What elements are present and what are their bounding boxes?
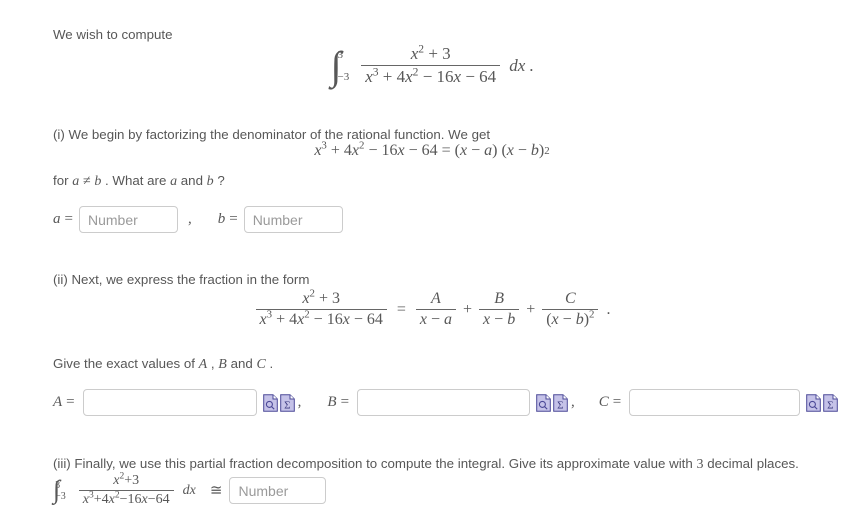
term-A-denominator: x − a [415,309,457,329]
final-integral-lower-limit: −3 [55,490,66,502]
integral-lower-limit: −3 [337,70,350,83]
var-C-ref: C [256,357,266,372]
comma-1: , [210,356,215,371]
integrand-denominator: x3 + 4x2 − 16x − 64 [361,65,501,87]
period-end: . [269,356,274,371]
final-numerator: x2+3 [113,471,140,488]
svg-text:Σ: Σ [284,399,290,411]
condition-var-b: b [94,174,102,189]
question-var-b: b [206,174,214,189]
label-A: A [53,394,63,410]
var-B-ref: B [218,357,227,372]
equals-a: = [64,211,73,227]
final-answer-row: ∫ 3 −3 x2+3 x3+4x2−16x−64 dx ≅ [53,471,327,508]
var-A-ref: A [198,357,208,372]
condition-and: and [180,173,203,188]
label-B: B [327,394,337,410]
input-a[interactable] [78,206,178,233]
term-A: A x − a [415,290,457,329]
input-A[interactable] [82,389,257,416]
document-magnifier-icon[interactable] [262,393,278,412]
intro-text: We wish to compute [53,27,173,42]
factorization-equation: x3 + 4x2 − 16x − 64 = (x − a) (x − b) 2 [314,139,550,159]
part-iii-prefix: (iii) Finally, we use this partial fract… [53,456,693,471]
equals-B: = [340,394,350,410]
comma-separator-A: , [297,394,302,410]
input-final-value[interactable] [229,477,327,504]
lhs-fraction: x2 + 3 x3 + 4x2 − 16x − 64 [255,287,387,329]
svg-text:Σ: Σ [557,399,563,411]
final-differential: dx [182,482,196,498]
term-C: C (x − b)2 [542,290,599,329]
answer-row-ab: a = , b = [53,206,343,233]
main-integral-equation: ∫ 3 −3 x2 + 3 x3 + 4x2 − 16x − 64 dx . [0,42,864,88]
period: . [529,55,534,75]
final-integral-symbol: ∫ 3 −3 [53,475,66,505]
condition-middle: . What are [105,173,167,188]
label-b: b [217,211,226,227]
term-B-numerator: B [494,290,504,307]
document-sigma-icon[interactable]: Σ [279,393,295,412]
lhs-numerator: x2 + 3 [302,287,340,307]
integral-symbol: ∫ 3 −3 [330,42,350,88]
svg-text:Σ: Σ [827,399,833,411]
condition-text: for a ≠ b . What are a and b ? [53,172,225,192]
lhs-denominator: x3 + 4x2 − 16x − 64 [255,309,387,329]
part-iii-text: (iii) Finally, we use this partial fract… [53,455,799,475]
part-iii-suffix: decimal places. [707,456,799,471]
icon-group-C: Σ [806,393,839,412]
question-var-a: a [170,174,178,189]
term-C-denominator: (x − b)2 [542,309,599,329]
part-ii-text: (ii) Next, we express the fraction in th… [53,272,310,287]
condition-prefix: for [53,173,69,188]
final-integral-upper-limit: 3 [55,479,61,491]
partial-fraction-equation: x2 + 3 x3 + 4x2 − 16x − 64 = A x − a + B… [0,287,864,329]
document-magnifier-icon[interactable] [536,393,551,412]
integrand-numerator: x2 + 3 [410,42,451,63]
condition-var-a: a [72,174,80,189]
comma-separator: , [187,211,192,227]
equals-A: = [66,394,75,410]
input-b[interactable] [243,206,343,233]
icon-group-B: Σ [536,393,568,412]
answer-row-abc: A = Σ , B = Σ , C = Σ [53,389,839,416]
input-B[interactable] [357,389,531,416]
term-A-numerator: A [431,290,441,307]
integral-upper-limit: 3 [337,48,343,61]
term-B: B x − b [479,290,520,329]
equals-b: = [229,211,238,227]
decimal-places-count: 3 [696,457,704,472]
comma-separator-B: , [571,394,575,410]
term-B-denominator: x − b [479,309,520,329]
document-sigma-icon[interactable]: Σ [823,393,839,412]
final-integrand-fraction: x2+3 x3+4x2−16x−64 [78,471,174,508]
term-C-numerator: C [565,290,576,307]
approx-equals-sign: ≅ [209,483,223,499]
equals-C: = [612,394,622,410]
problem-page: We wish to compute ∫ 3 −3 x2 + 3 x3 + 4x… [0,0,864,530]
document-magnifier-icon[interactable] [806,393,822,412]
document-sigma-icon[interactable]: Σ [553,393,568,412]
input-C[interactable] [629,389,801,416]
and-word: and [230,356,253,371]
integrand-fraction: x2 + 3 x3 + 4x2 − 16x − 64 [361,42,501,87]
icon-group-A: Σ [262,393,295,412]
exact-values-text: Give the exact values of A , B and C . [53,355,273,375]
final-denominator: x3+4x2−16x−64 [78,490,174,508]
differential: dx [509,55,526,75]
not-equal-sign: ≠ [82,174,91,189]
question-mark: ? [217,173,225,188]
label-C: C [598,394,609,410]
exact-values-prefix: Give the exact values of [53,356,195,371]
label-a: a [53,211,61,227]
